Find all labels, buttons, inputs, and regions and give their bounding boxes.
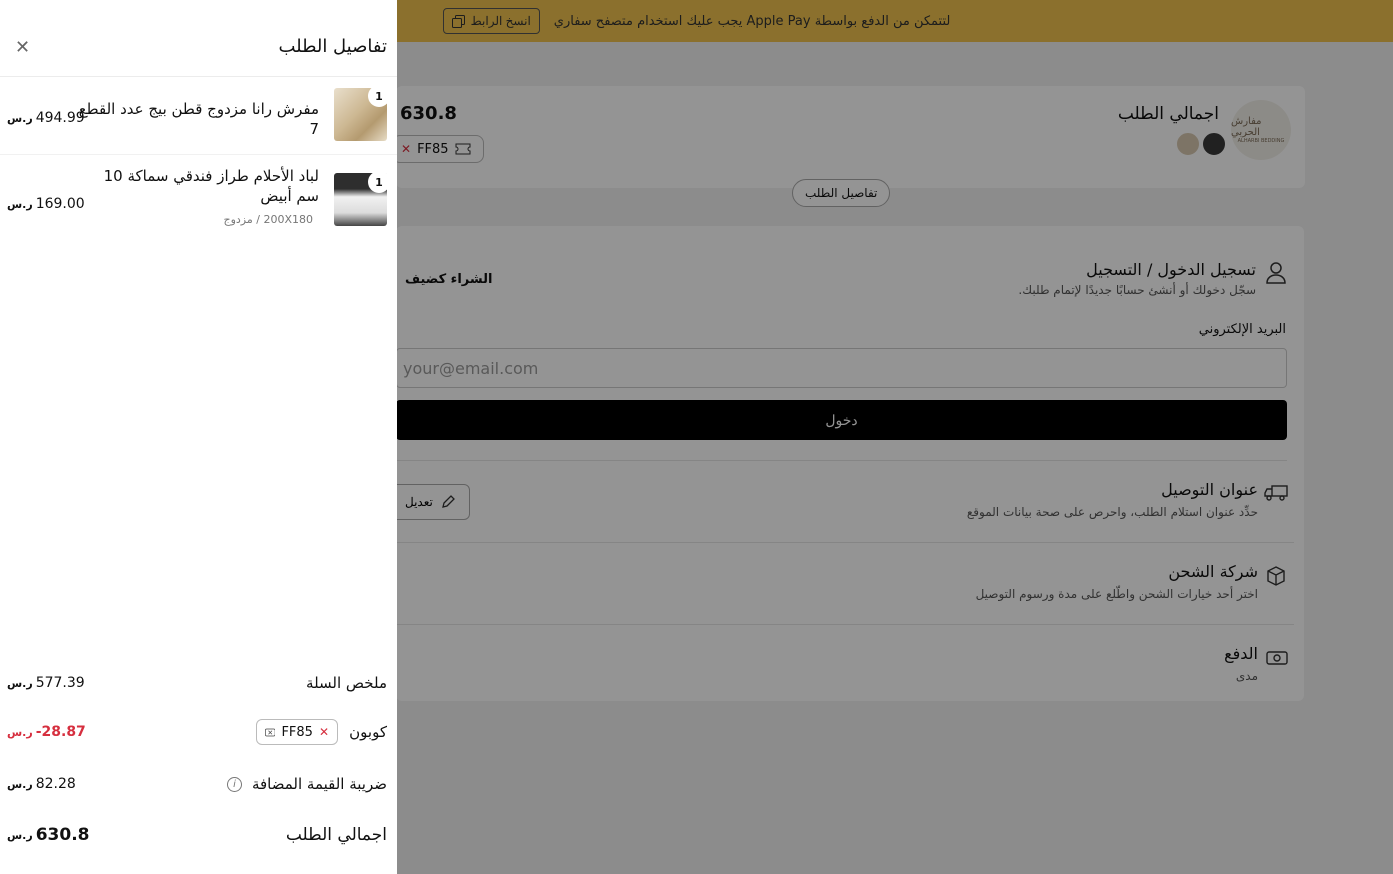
subtotal-label: ملخص السلة bbox=[306, 674, 387, 692]
order-details-drawer: تفاصيل الطلب ✕ 1 مفرش رانا مزدوج قطن بيج… bbox=[0, 0, 397, 874]
cart-item: 1 مفرش رانا مزدوج قطن بيج عدد القطع 7 ر.… bbox=[0, 77, 397, 155]
remove-coupon-icon[interactable]: ✕ bbox=[319, 725, 329, 739]
currency-symbol: ر.س bbox=[7, 111, 33, 125]
drawer-header: تفاصيل الطلب ✕ bbox=[0, 0, 397, 77]
coupon-code: FF85 bbox=[281, 724, 313, 740]
drawer-title: تفاصيل الطلب bbox=[278, 36, 387, 57]
quantity-badge: 1 bbox=[368, 171, 390, 193]
cart-item: 1 لباد الأحلام طراز فندقي سماكة 10 سم أب… bbox=[0, 156, 397, 234]
quantity-badge: 1 bbox=[368, 85, 390, 107]
vat-value: ر.س 82.28 bbox=[7, 776, 76, 792]
coupon-label: كوبون bbox=[349, 723, 387, 741]
item-variant: 200X180 / مزدوج bbox=[223, 213, 313, 226]
coupon-discount: ر.س -28.87 bbox=[7, 724, 86, 740]
subtotal-value: ر.س 577.39 bbox=[7, 675, 85, 691]
vat-label: ضريبة القيمة المضافة bbox=[251, 775, 387, 793]
currency-symbol: ر.س bbox=[7, 197, 33, 211]
close-icon[interactable]: ✕ bbox=[15, 38, 30, 58]
item-price: ر.س 169.00 bbox=[7, 196, 85, 212]
coupon-tag: FF85 ✕ bbox=[256, 719, 338, 745]
total-label: اجمالي الطلب bbox=[285, 825, 387, 845]
item-name: لباد الأحلام طراز فندقي سماكة 10 سم أبيض bbox=[103, 167, 319, 205]
coupon-ticket-icon bbox=[265, 728, 276, 736]
item-name: مفرش رانا مزدوج قطن بيج عدد القطع 7 bbox=[78, 100, 319, 138]
info-icon[interactable]: i bbox=[227, 777, 242, 792]
total-value: ر.س 630.8 bbox=[7, 825, 90, 845]
item-price: ر.س 494.99 bbox=[7, 110, 85, 126]
